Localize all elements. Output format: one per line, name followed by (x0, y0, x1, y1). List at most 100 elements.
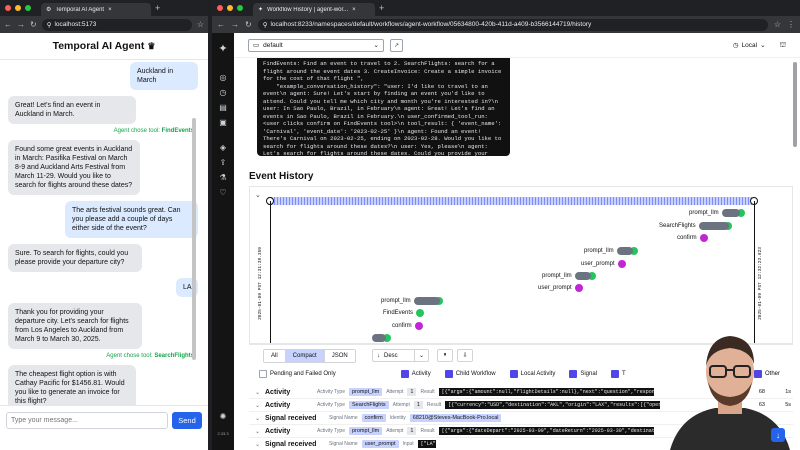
collapse-timeline-icon[interactable]: ⌄ (255, 191, 261, 199)
timeline-event[interactable]: FindEvents (383, 309, 425, 317)
user-message: Auckland in March (130, 62, 198, 90)
bookmark-icon[interactable]: ☆ (197, 20, 204, 29)
event-type: Activity (265, 401, 291, 409)
chat-url-field[interactable]: ⚲ localhost:5173 (41, 18, 192, 31)
site-info-icon[interactable]: ⚲ (263, 21, 268, 29)
expand-icon[interactable]: ⌄ (255, 428, 261, 435)
field-label: Attempt (386, 389, 404, 395)
page-scrollbar[interactable] (793, 62, 797, 147)
field-value: 1 (407, 427, 417, 435)
filter-checkbox[interactable] (611, 370, 620, 378)
timeline-event[interactable]: prompt_llm (584, 247, 638, 255)
expand-icon[interactable]: ⌄ (255, 389, 261, 396)
filter-signal[interactable]: Signal (569, 370, 597, 378)
bookmark-icon[interactable]: ☆ (774, 20, 781, 29)
batch-icon[interactable]: ▤ (219, 100, 227, 115)
timeline-event[interactable]: prompt_llm (542, 272, 596, 280)
timeline-event[interactable] (372, 334, 391, 342)
download-button[interactable]: ⇩ (457, 349, 473, 362)
schedules-icon[interactable]: ◷ (220, 85, 227, 100)
new-tab-icon[interactable]: + (379, 3, 384, 13)
archive-icon[interactable]: ▣ (219, 115, 227, 130)
close-window-icon[interactable] (217, 5, 223, 11)
reload-icon[interactable]: ↻ (245, 20, 252, 29)
field-value: 1 (407, 388, 417, 396)
temporal-tab-title: Workflow History | agent-wor... (267, 6, 349, 13)
view-compact-button[interactable]: Compact (285, 350, 325, 362)
feedback-icon[interactable]: ♡ (219, 185, 226, 200)
event-type: Activity (265, 388, 291, 396)
field-label: Attempt (386, 428, 404, 434)
pause-button[interactable]: ⏸ (437, 349, 453, 362)
back-icon[interactable]: ← (217, 20, 225, 29)
workflows-icon[interactable]: ◎ (220, 70, 227, 85)
maximize-window-icon[interactable] (237, 5, 243, 11)
close-window-icon[interactable] (5, 5, 11, 11)
filter-label: Signal (580, 371, 598, 377)
timeline-event[interactable]: SearchFlights (659, 222, 732, 230)
scroll-down-button[interactable]: ↓ (771, 428, 785, 442)
import-icon[interactable]: ⇪ (220, 155, 227, 170)
expand-icon[interactable]: ⌄ (255, 402, 261, 409)
expand-icon[interactable]: ⌄ (255, 415, 261, 422)
send-button[interactable]: Send (172, 412, 202, 429)
temporal-url-field[interactable]: ⚲ localhost:8233/namespaces/default/work… (257, 18, 768, 31)
open-namespace-button[interactable]: ↗ (390, 38, 403, 52)
timezone-select[interactable]: ◷ Local ⌄ (733, 41, 766, 50)
chat-scrollbar[interactable] (192, 118, 196, 360)
user-menu-icon[interactable]: ⛫ (780, 41, 786, 50)
timeline-event[interactable]: user_prompt (538, 284, 583, 292)
timeline-event[interactable]: confirm (677, 234, 708, 242)
namespaces-icon[interactable]: ◈ (220, 140, 226, 155)
event-label: FindEvents (383, 310, 414, 316)
pending-filter[interactable]: Pending and Failed Only (259, 370, 336, 378)
filter-timer[interactable]: T (611, 370, 626, 378)
filter-activity[interactable]: Activity (400, 370, 431, 378)
temporal-sidebar: ✦ ◎ ◷ ▤ ▣ ◈ ⇪ ⚗ ♡ ✺ 2.33.3 (212, 33, 234, 450)
settings-icon[interactable]: ✺ (220, 409, 227, 424)
close-tab-icon[interactable]: × (352, 7, 356, 13)
namespace-value: default (263, 41, 283, 49)
filter-checkbox[interactable] (400, 370, 409, 378)
expand-icon[interactable]: ⌄ (255, 441, 261, 448)
sort-order-select[interactable]: ↓ Desc ⌄ (372, 349, 429, 362)
maximize-window-icon[interactable] (25, 5, 31, 11)
temporal-logo-icon[interactable]: ✦ (218, 41, 227, 56)
minimize-window-icon[interactable] (227, 5, 233, 11)
site-info-icon[interactable]: ⚲ (47, 21, 52, 29)
close-tab-icon[interactable]: × (108, 7, 112, 13)
namespace-select[interactable]: ▭ default ⌄ (248, 38, 384, 52)
namespace-toolbar: ▭ default ⌄ ↗ ◷ Local ⌄ ⛫ (234, 33, 800, 58)
field-label: Activity Type (317, 389, 345, 395)
timeline-event[interactable]: confirm (392, 322, 423, 330)
minimize-window-icon[interactable] (15, 5, 21, 11)
chevron-down-icon: ⌄ (373, 42, 379, 49)
timeline-event[interactable]: prompt_llm (689, 209, 745, 217)
view-json-button[interactable]: JSON (324, 350, 355, 362)
temporal-url-text: localhost:8233/namespaces/default/workfl… (270, 21, 592, 28)
forward-icon[interactable]: → (231, 20, 239, 29)
menu-dots-icon[interactable]: ⋮ (787, 20, 795, 29)
filter-local-activity[interactable]: Local Activity (509, 370, 556, 378)
labs-icon[interactable]: ⚗ (219, 170, 226, 185)
app-title: Temporal AI Agent (52, 40, 145, 52)
timeline-event[interactable]: prompt_llm (381, 297, 443, 305)
forward-icon[interactable]: → (17, 20, 25, 29)
temporal-browser-tab[interactable]: ✦ Workflow History | agent-wor... × (253, 3, 375, 16)
filter-checkbox[interactable] (569, 370, 578, 378)
filter-child-workflow[interactable]: Child Workflow (444, 370, 496, 378)
pending-checkbox[interactable] (259, 370, 267, 378)
view-all-button[interactable]: All (264, 350, 286, 362)
new-tab-icon[interactable]: + (155, 3, 160, 13)
back-icon[interactable]: ← (4, 20, 12, 29)
filter-label: Local Activity (520, 371, 556, 377)
message-input[interactable] (6, 412, 168, 429)
filter-checkbox[interactable] (509, 370, 518, 378)
chat-messages: Auckland in March Great! Let's find an e… (0, 60, 208, 405)
result-json: [{"currency":"USD","destination":"AKL","… (445, 401, 661, 409)
reload-icon[interactable]: ↻ (30, 20, 37, 29)
field-label: Result (420, 428, 435, 434)
filter-checkbox[interactable] (444, 370, 453, 378)
chat-browser-tab[interactable]: ⚙ Temporal AI Agent × (41, 3, 151, 16)
timeline-event[interactable]: user_prompt (581, 260, 626, 268)
